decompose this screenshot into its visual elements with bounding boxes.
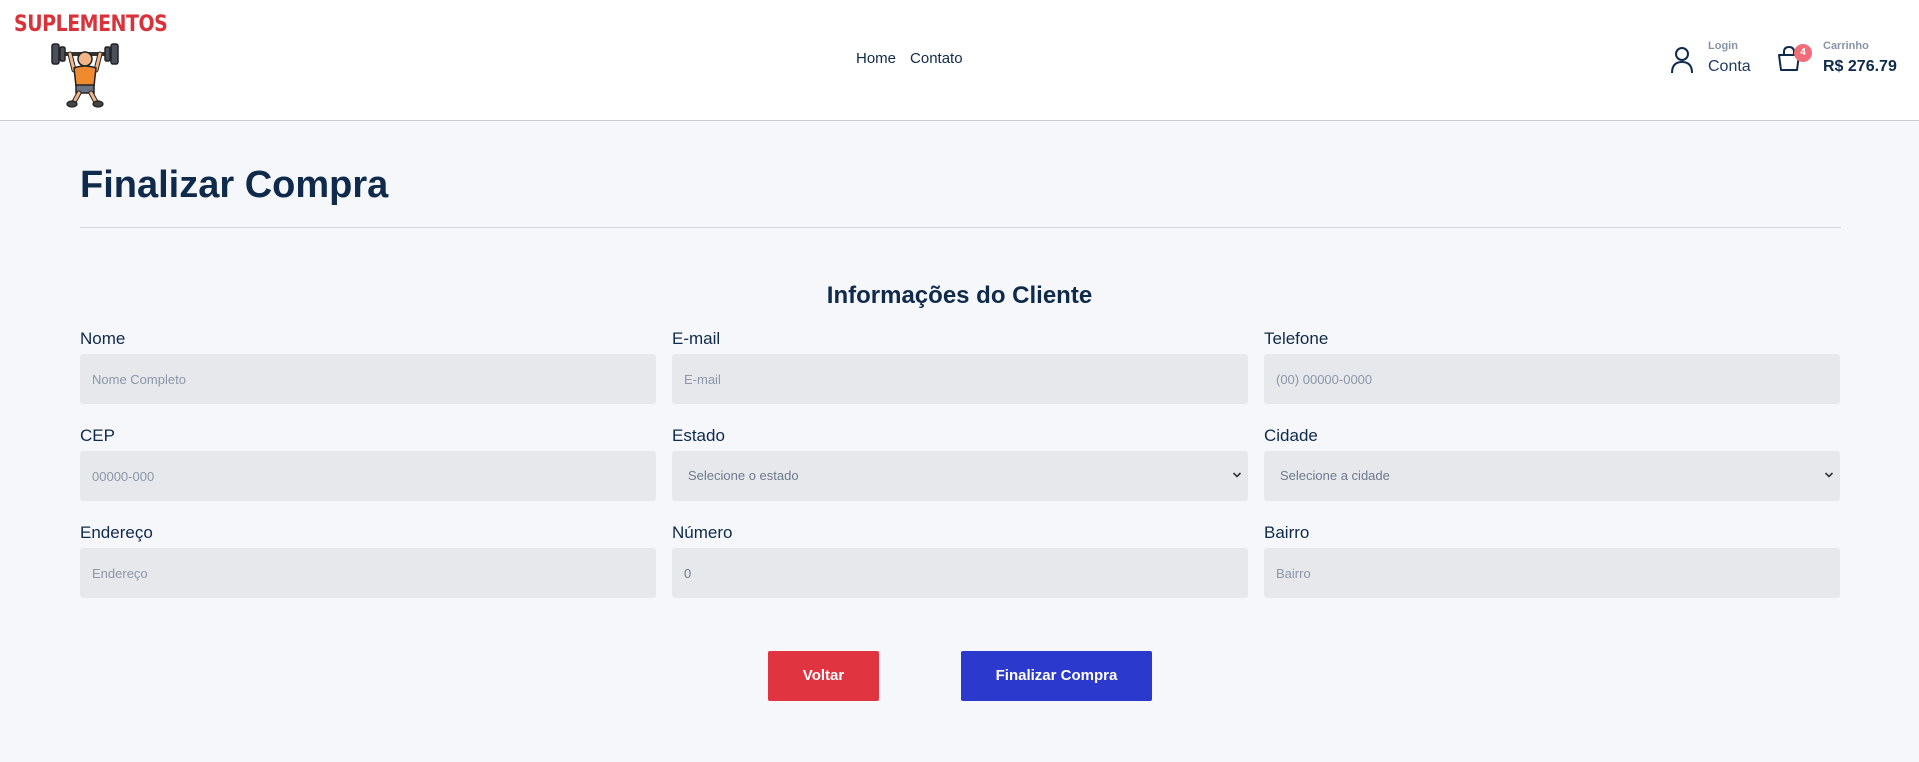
cart-small-label: Carrinho bbox=[1823, 40, 1869, 52]
account-small-label: Login bbox=[1708, 40, 1738, 52]
email-label: E-mail bbox=[672, 329, 721, 348]
cidade-selected-value: Selecione a cidade bbox=[1280, 468, 1390, 483]
numero-input[interactable] bbox=[672, 548, 1248, 598]
bairro-input[interactable] bbox=[1264, 548, 1840, 598]
nome-field: Nome bbox=[80, 329, 656, 404]
title-divider bbox=[80, 227, 1841, 228]
numero-field: Número bbox=[672, 523, 1248, 598]
estado-selected-value: Selecione o estado bbox=[688, 468, 799, 483]
nav-contato-link[interactable]: Contato bbox=[910, 50, 963, 67]
nome-label: Nome bbox=[80, 329, 126, 348]
telefone-field: Telefone bbox=[1264, 329, 1840, 404]
back-button[interactable]: Voltar bbox=[768, 651, 879, 701]
cart-total: R$ 276.79 bbox=[1823, 58, 1897, 75]
main-nav: Home Contato bbox=[856, 50, 963, 67]
brand-logo[interactable]: SUPLEMENTOS bbox=[14, 12, 168, 108]
site-header: SUPLEMENTOS Home Contato Login Conta 4 C… bbox=[0, 0, 1919, 121]
bairro-field: Bairro bbox=[1264, 523, 1840, 598]
estado-select[interactable]: Selecione o estado bbox=[672, 451, 1248, 501]
page-title: Finalizar Compra bbox=[80, 164, 389, 206]
cep-input[interactable] bbox=[80, 451, 656, 501]
cart-count-badge: 4 bbox=[1794, 44, 1812, 62]
account-link[interactable]: Login Conta bbox=[1670, 38, 1760, 80]
email-input[interactable] bbox=[672, 354, 1248, 404]
brand-name: SUPLEMENTOS bbox=[14, 12, 168, 37]
telefone-label: Telefone bbox=[1264, 329, 1329, 348]
cidade-field: Cidade Selecione a cidade bbox=[1264, 426, 1840, 501]
nome-input[interactable] bbox=[80, 354, 656, 404]
chevron-down-icon bbox=[1232, 472, 1242, 478]
estado-label: Estado bbox=[672, 426, 725, 445]
endereco-label: Endereço bbox=[80, 523, 153, 542]
endereco-input[interactable] bbox=[80, 548, 656, 598]
email-field: E-mail bbox=[672, 329, 1248, 404]
numero-label: Número bbox=[672, 523, 733, 542]
user-icon bbox=[1671, 47, 1693, 74]
cart-link[interactable]: 4 Carrinho R$ 276.79 bbox=[1776, 38, 1916, 80]
endereco-field: Endereço bbox=[80, 523, 656, 598]
finalize-purchase-button[interactable]: Finalizar Compra bbox=[961, 651, 1152, 701]
section-title: Informações do Cliente bbox=[826, 282, 1093, 309]
nav-home-link[interactable]: Home bbox=[856, 50, 896, 67]
telefone-input[interactable] bbox=[1264, 354, 1840, 404]
account-label: Conta bbox=[1708, 58, 1751, 75]
cidade-select[interactable]: Selecione a cidade bbox=[1264, 451, 1840, 501]
chevron-down-icon bbox=[1824, 472, 1834, 478]
cep-label: CEP bbox=[80, 426, 115, 445]
cep-field: CEP bbox=[80, 426, 656, 501]
bairro-label: Bairro bbox=[1264, 523, 1310, 542]
weightlifter-logo-icon bbox=[51, 43, 119, 108]
estado-field: Estado Selecione o estado bbox=[672, 426, 1248, 501]
cidade-label: Cidade bbox=[1264, 426, 1318, 445]
